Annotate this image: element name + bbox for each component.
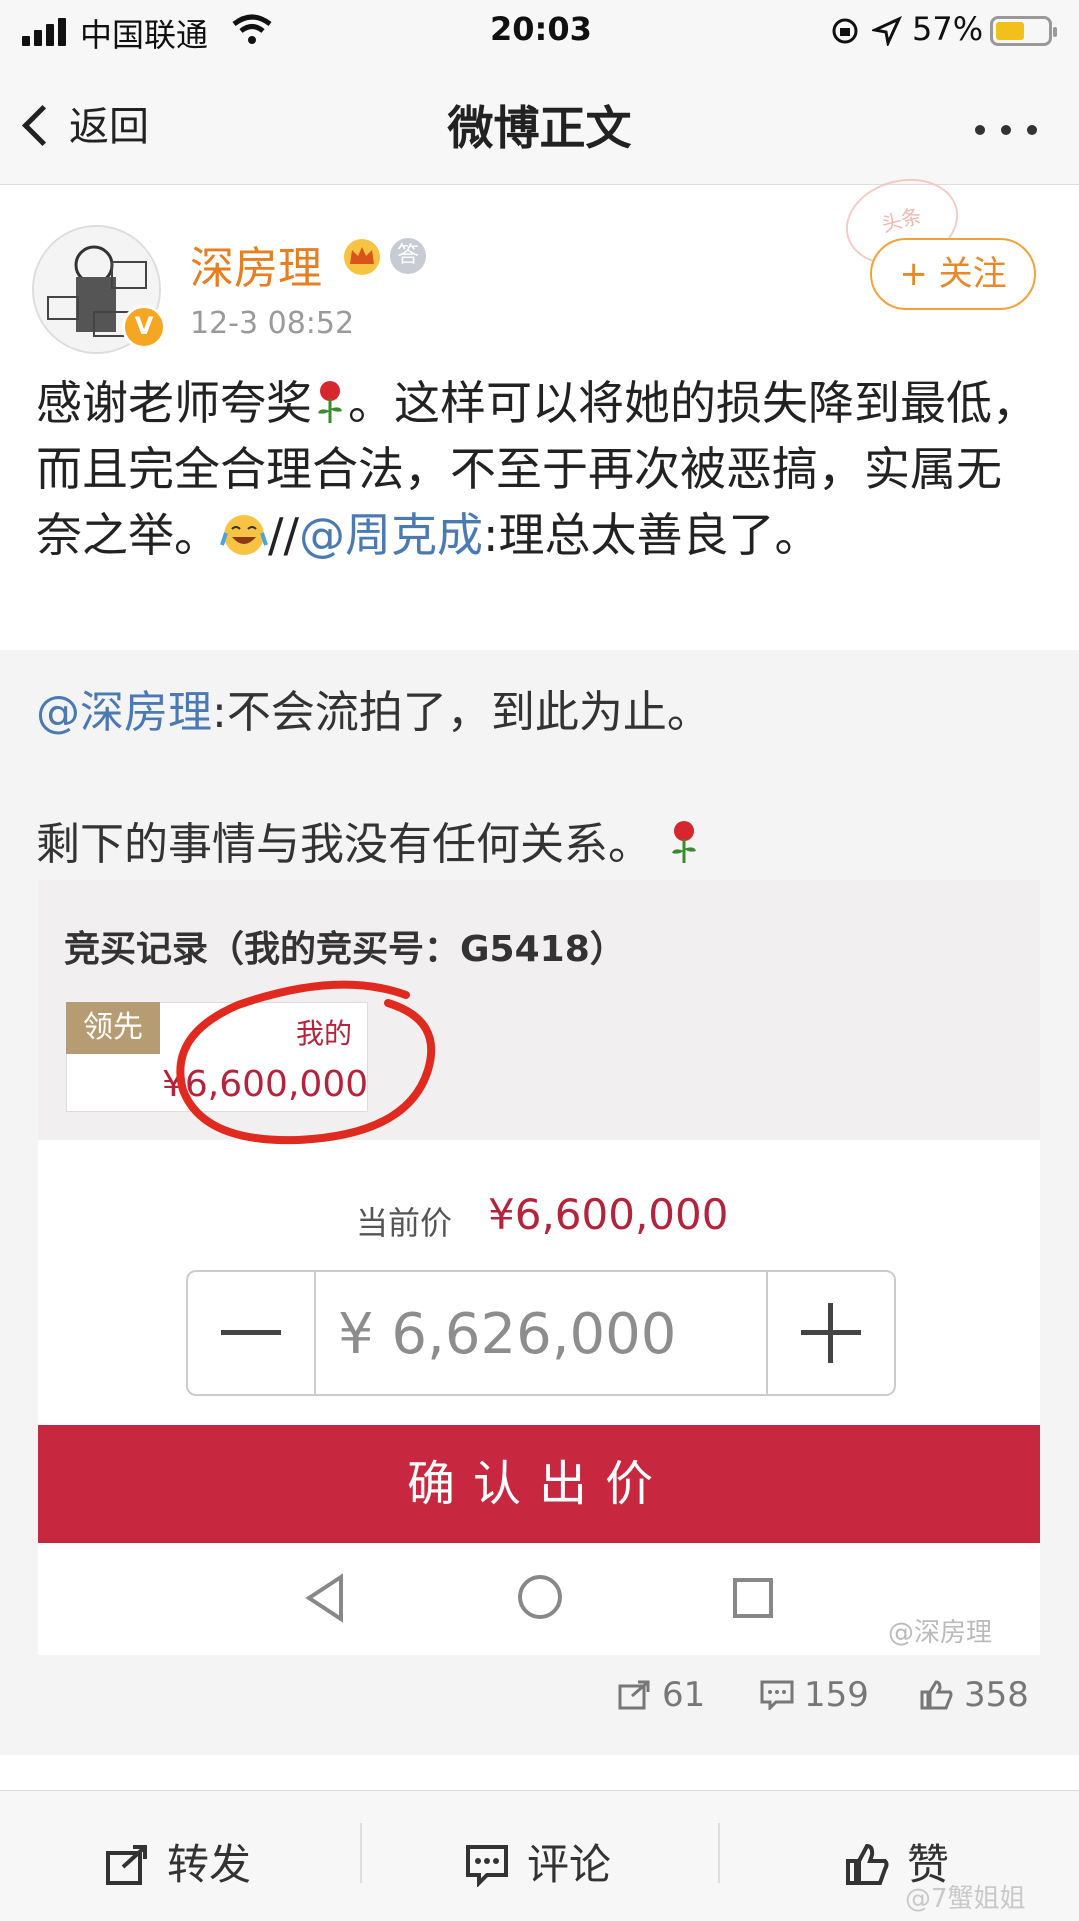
embedded-screenshot[interactable]: 竞买记录（我的竞买号：G5418） 领先 我的 ¥6,600,000 当前价 ¥… bbox=[38, 880, 1040, 1655]
battery-icon bbox=[990, 16, 1057, 46]
mention-link[interactable]: @周克成 bbox=[299, 508, 483, 562]
crown-icon bbox=[344, 239, 380, 275]
laugh-cry-emoji-icon bbox=[220, 515, 268, 555]
follow-button[interactable]: + 关注 bbox=[870, 238, 1036, 310]
rotation-lock-icon bbox=[832, 18, 858, 44]
post-text-3: // bbox=[268, 508, 299, 562]
android-back-icon[interactable] bbox=[303, 1573, 347, 1623]
clock: 20:03 bbox=[490, 10, 592, 48]
android-home-icon[interactable] bbox=[518, 1575, 562, 1619]
red-circle-annotation bbox=[176, 980, 436, 1145]
nav-bar: 返回 微博正文 bbox=[0, 62, 1079, 185]
android-recent-icon[interactable] bbox=[733, 1578, 773, 1618]
comment-icon bbox=[760, 1680, 794, 1710]
comment-icon bbox=[466, 1845, 508, 1887]
post-text-1: 感谢老师夸奖 bbox=[36, 376, 312, 430]
divider bbox=[360, 1823, 362, 1883]
carrier-name: 中国联通 bbox=[80, 16, 209, 54]
divider bbox=[718, 1823, 720, 1883]
page-title: 微博正文 bbox=[447, 101, 632, 155]
qa-medal-icon: 答 bbox=[390, 238, 426, 274]
signal-icon bbox=[22, 18, 70, 46]
post-body: 感谢老师夸奖 。这样可以将她的损失降到最低，而且完全合理合法，不至于再次被恶搞，实… bbox=[36, 370, 1046, 568]
username[interactable]: 深房理 bbox=[190, 232, 322, 296]
status-bar: 中国联通 20:03 57% bbox=[0, 0, 1079, 62]
current-price-label: 当前价 bbox=[356, 1204, 453, 1242]
rose-emoji-icon bbox=[672, 821, 696, 863]
page-watermark: @7蟹姐姐 bbox=[905, 1884, 1026, 1914]
thumbs-up-icon bbox=[846, 1843, 889, 1885]
thumbs-up-icon bbox=[920, 1680, 953, 1710]
verified-badge: V bbox=[122, 305, 166, 349]
lead-tag: 领先 bbox=[66, 1002, 160, 1054]
follow-label: 关注 bbox=[938, 254, 1007, 294]
like-count[interactable]: 358 bbox=[920, 1675, 1029, 1715]
confirm-bid-button[interactable]: 确认出价 bbox=[38, 1425, 1040, 1543]
bid-input[interactable]: ¥ 6,626,000 bbox=[338, 1302, 676, 1367]
engagement-counts: 61 159 358 bbox=[0, 1675, 1079, 1745]
repost-line-1: :不会流拍了，到此为止。 bbox=[212, 687, 711, 738]
plus-icon: + bbox=[899, 254, 928, 294]
rose-emoji-icon bbox=[318, 381, 342, 423]
minus-icon bbox=[221, 1330, 281, 1335]
repost-icon bbox=[618, 1680, 650, 1710]
repost-mention-link[interactable]: @深房理 bbox=[36, 687, 212, 738]
repost-text: @深房理:不会流拍了，到此为止。 剩下的事情与我没有任何关系。 bbox=[36, 680, 1046, 878]
comment-button[interactable]: 评论 bbox=[465, 1831, 611, 1892]
plus-icon bbox=[828, 1303, 833, 1363]
location-icon bbox=[872, 16, 902, 46]
image-watermark: @深房理 bbox=[888, 1618, 993, 1648]
decrease-button[interactable] bbox=[188, 1272, 316, 1394]
more-options-button[interactable] bbox=[975, 120, 1053, 139]
bid-stepper: ¥ 6,626,000 bbox=[186, 1270, 896, 1396]
comment-count[interactable]: 159 bbox=[760, 1675, 869, 1715]
battery-percent: 57% bbox=[912, 10, 984, 48]
increase-button[interactable] bbox=[766, 1272, 894, 1394]
post-text-4: :理总太善良了。 bbox=[483, 508, 821, 562]
bid-record-title: 竞买记录（我的竞买号：G5418） bbox=[64, 929, 626, 970]
repost-icon bbox=[106, 1845, 147, 1885]
repost-button[interactable]: 转发 bbox=[105, 1831, 251, 1892]
repost-line-2: 剩下的事情与我没有任何关系。 bbox=[36, 819, 652, 870]
current-price-value: ¥6,600,000 bbox=[488, 1190, 729, 1239]
wifi-icon bbox=[232, 14, 272, 44]
repost-count[interactable]: 61 bbox=[618, 1675, 705, 1715]
post-time: 12-3 08:52 bbox=[190, 306, 355, 341]
